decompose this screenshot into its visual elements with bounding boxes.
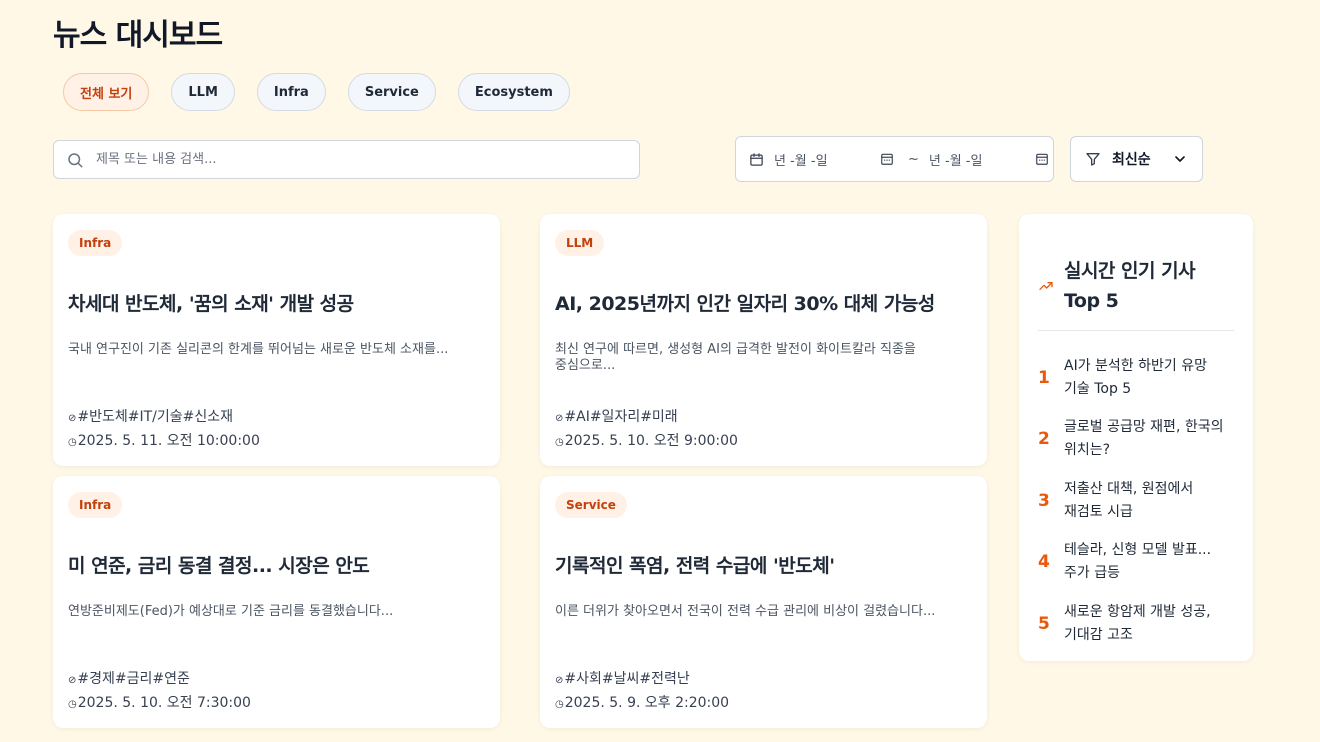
search-box: [53, 140, 640, 179]
article-date: ◷2025. 5. 10. 오전 7:30:00: [68, 692, 251, 712]
article-title[interactable]: AI, 2025년까지 인간 일자리 30% 대체 가능성: [555, 289, 972, 316]
trending-up-icon: [1039, 282, 1053, 290]
news-dashboard: 뉴스 대시보드 전체 보기 LLM Infra Service Ecosyste…: [0, 0, 1320, 742]
popular-articles-panel: 실시간 인기 기사 Top 5 1 AI가 분석한 하반기 유망 기술 Top …: [1019, 214, 1253, 661]
search-input[interactable]: [94, 151, 618, 168]
tag-icon: ⊘: [555, 413, 564, 424]
category-filters: 전체 보기 LLM Infra Service Ecosystem: [63, 73, 570, 111]
filter-chip-llm[interactable]: LLM: [171, 73, 235, 111]
popular-item-title[interactable]: 테슬라, 신형 모델 발표... 주가 급등: [1064, 539, 1228, 585]
popular-rank: 1: [1038, 367, 1050, 388]
date-separator: ~: [908, 151, 919, 167]
date-text: 2025. 5. 10. 오전 9:00:00: [564, 433, 738, 449]
filter-chip-service[interactable]: Service: [347, 73, 436, 111]
article-date: ◷2025. 5. 11. 오전 10:00:00: [68, 430, 260, 450]
article-card[interactable]: Infra 미 연준, 금리 동결 결정... 시장은 안도 연방준비제도(Fe…: [53, 476, 500, 728]
clock-icon: ◷: [68, 437, 77, 448]
date-range-picker: 년 -월 -일 ~ 년 -월 -일: [735, 136, 1054, 182]
popular-item[interactable]: 1 AI가 분석한 하반기 유망 기술 Top 5: [1038, 347, 1234, 409]
popular-rank: 4: [1038, 552, 1050, 573]
article-date: ◷2025. 5. 10. 오전 9:00:00: [555, 430, 738, 450]
date-text: 2025. 5. 11. 오전 10:00:00: [77, 433, 260, 449]
popular-rank: 3: [1038, 490, 1050, 511]
article-tags: ⊘#사회#날씨#전력난: [555, 668, 690, 688]
article-card[interactable]: Service 기록적인 폭염, 전력 수급에 '반도체' 이른 더위가 찾아오…: [540, 476, 987, 728]
sort-label: 최신순: [1112, 152, 1151, 168]
popular-item-title[interactable]: 저출산 대책, 원점에서 재검토 시급: [1064, 478, 1228, 524]
filter-chip-infra[interactable]: Infra: [256, 73, 326, 111]
page-title: 뉴스 대시보드: [53, 18, 223, 53]
start-date-field[interactable]: 년 -월 -일: [749, 150, 894, 169]
tag-icon: ⊘: [555, 675, 564, 686]
article-summary: 이른 더위가 찾아오면서 전국이 전력 수급 관리에 비상이 걸렸습니다...: [555, 604, 936, 619]
article-title[interactable]: 차세대 반도체, '꿈의 소재' 개발 성공: [68, 289, 485, 316]
article-title[interactable]: 미 연준, 금리 동결 결정... 시장은 안도: [68, 551, 485, 578]
tag-icon: ⊘: [68, 675, 77, 686]
popular-item-title[interactable]: AI가 분석한 하반기 유망 기술 Top 5: [1064, 355, 1228, 401]
start-date-text: 년 -월 -일: [774, 153, 828, 169]
filter-chip-all[interactable]: 전체 보기: [63, 73, 150, 111]
clock-icon: ◷: [555, 437, 564, 448]
sort-dropdown[interactable]: 최신순: [1070, 136, 1203, 182]
article-date: ◷2025. 5. 9. 오후 2:20:00: [555, 692, 729, 712]
category-badge: Infra: [68, 230, 123, 256]
tags-text: #경제#금리#연준: [77, 671, 190, 687]
clock-icon: ◷: [555, 699, 564, 710]
category-badge: LLM: [555, 230, 605, 256]
popular-item[interactable]: 5 새로운 항암제 개발 성공, 기대감 고조: [1038, 593, 1234, 655]
article-tags: ⊘#AI#일자리#미래: [555, 406, 678, 426]
tags-text: #반도체#IT/기술#신소재: [77, 409, 234, 425]
date-text: 2025. 5. 9. 오후 2:20:00: [564, 695, 730, 711]
end-date-field[interactable]: 년 -월 -일: [929, 150, 1049, 169]
popular-item[interactable]: 2 글로벌 공급망 재편, 한국의 위치는?: [1038, 409, 1234, 471]
article-card[interactable]: LLM AI, 2025년까지 인간 일자리 30% 대체 가능성 최신 연구에…: [540, 214, 987, 466]
popular-item[interactable]: 3 저출산 대책, 원점에서 재검토 시급: [1038, 470, 1234, 532]
popular-title: 실시간 인기 기사 Top 5: [1063, 260, 1196, 312]
popular-item-title[interactable]: 새로운 항암제 개발 성공, 기대감 고조: [1064, 601, 1228, 647]
article-summary: 최신 연구에 따르면, 생성형 AI의 급격한 발전이 화이트칼라 직종을 중심…: [555, 342, 916, 373]
chevron-down-icon: [1175, 156, 1185, 162]
tag-icon: ⊘: [68, 413, 77, 424]
category-badge: Infra: [68, 492, 123, 518]
popular-header: 실시간 인기 기사 Top 5: [1038, 256, 1234, 331]
article-summary: 국내 연구진이 기존 실리콘의 한계를 뛰어넘는 새로운 반도체 소재를...: [68, 342, 449, 357]
filter-chip-ecosystem[interactable]: Ecosystem: [457, 73, 570, 111]
calendar-icon: [750, 152, 763, 166]
filter-icon: [1086, 153, 1100, 166]
calendar-picker-icon[interactable]: [880, 152, 894, 166]
category-badge: Service: [555, 492, 627, 518]
search-icon: [68, 152, 83, 167]
clock-icon: ◷: [68, 699, 77, 710]
popular-item-title[interactable]: 글로벌 공급망 재편, 한국의 위치는?: [1064, 416, 1228, 462]
calendar-picker-icon[interactable]: [1035, 152, 1049, 166]
tags-text: #사회#날씨#전력난: [564, 671, 690, 687]
article-tags: ⊘#반도체#IT/기술#신소재: [68, 406, 233, 426]
popular-item[interactable]: 4 테슬라, 신형 모델 발표... 주가 급등: [1038, 532, 1234, 594]
popular-list: 1 AI가 분석한 하반기 유망 기술 Top 5 2 글로벌 공급망 재편, …: [1038, 347, 1234, 655]
date-text: 2025. 5. 10. 오전 7:30:00: [77, 695, 251, 711]
tags-text: #AI#일자리#미래: [564, 409, 678, 425]
end-date-text: 년 -월 -일: [928, 153, 983, 169]
popular-rank: 2: [1038, 429, 1050, 450]
article-tags: ⊘#경제#금리#연준: [68, 668, 190, 688]
article-summary: 연방준비제도(Fed)가 예상대로 기준 금리를 동결했습니다...: [68, 604, 394, 619]
popular-rank: 5: [1038, 613, 1050, 634]
article-card[interactable]: Infra 차세대 반도체, '꿈의 소재' 개발 성공 국내 연구진이 기존 …: [53, 214, 500, 466]
article-title[interactable]: 기록적인 폭염, 전력 수급에 '반도체': [555, 551, 972, 578]
